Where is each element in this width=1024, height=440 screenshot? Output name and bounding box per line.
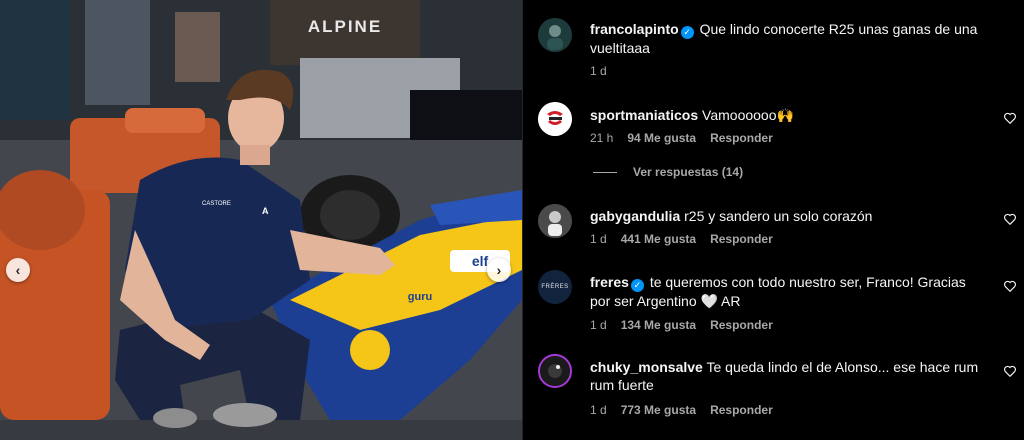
comment-meta: 1 d 773 Me gusta Responder bbox=[590, 403, 773, 417]
comment-body: r25 y sandero un solo corazón bbox=[684, 208, 873, 224]
chevron-left-icon: ‹ bbox=[15, 262, 21, 278]
comment-time[interactable]: 1 d bbox=[590, 64, 607, 78]
view-replies-button[interactable]: Ver respuestas (14) bbox=[593, 165, 743, 179]
comment-likes[interactable]: 134 Me gusta bbox=[621, 318, 696, 332]
view-replies-label: Ver respuestas (14) bbox=[633, 165, 744, 179]
comment-time[interactable]: 1 d bbox=[590, 318, 607, 332]
comment-text: gabygandulia r25 y sandero un solo coraz… bbox=[590, 207, 986, 225]
comment-body: te queremos con todo nuestro ser, Franco… bbox=[590, 274, 966, 309]
comment-meta: 21 h 94 Me gusta Responder bbox=[590, 131, 773, 145]
instagram-post-view: ALPINE elf guru CASTORE A ‹ › francolapi… bbox=[0, 0, 1024, 440]
alpine-shirt-logo: A bbox=[262, 206, 269, 216]
comment-username[interactable]: sportmaniaticos bbox=[590, 107, 698, 123]
comment-time[interactable]: 1 d bbox=[590, 403, 607, 417]
comment-body: Vamoooooo🙌 bbox=[702, 107, 794, 123]
carousel-prev-button[interactable]: ‹ bbox=[6, 258, 30, 282]
carousel-next-button[interactable]: › bbox=[487, 258, 511, 282]
comment-username[interactable]: francolapinto bbox=[590, 21, 679, 37]
elf-logo: elf bbox=[472, 253, 489, 269]
heart-icon[interactable] bbox=[1003, 364, 1017, 378]
comment-time[interactable]: 21 h bbox=[590, 131, 613, 145]
post-media[interactable]: ALPINE elf guru CASTORE A ‹ › bbox=[0, 0, 522, 440]
alpine-sign: ALPINE bbox=[308, 17, 382, 36]
heart-icon[interactable] bbox=[1003, 111, 1017, 125]
comment-likes[interactable]: 94 Me gusta bbox=[627, 131, 696, 145]
comment-username[interactable]: chuky_monsalve bbox=[590, 359, 703, 375]
comment-text: francolapinto ✓ Que lindo conocerte R25 u… bbox=[590, 20, 986, 57]
comment-meta: 1 d 134 Me gusta Responder bbox=[590, 318, 773, 332]
reply-button[interactable]: Responder bbox=[710, 403, 773, 417]
comment-text: freres ✓ te queremos con todo nuestro ser… bbox=[590, 273, 986, 310]
heart-icon[interactable] bbox=[1003, 279, 1017, 293]
avatar[interactable] bbox=[538, 204, 572, 238]
guru-logo: guru bbox=[408, 291, 432, 303]
comment-time[interactable]: 1 d bbox=[590, 232, 607, 246]
comment-meta: 1 d 441 Me gusta Responder bbox=[590, 232, 773, 246]
verified-badge-icon: ✓ bbox=[680, 26, 694, 39]
avatar[interactable] bbox=[538, 102, 572, 136]
divider bbox=[522, 0, 523, 440]
reply-button[interactable]: Responder bbox=[710, 232, 773, 246]
comment-username[interactable]: freres bbox=[590, 274, 629, 290]
avatar[interactable] bbox=[538, 18, 572, 52]
castore-logo: CASTORE bbox=[202, 201, 231, 207]
comment-username[interactable]: gabygandulia bbox=[590, 208, 680, 224]
reply-button[interactable]: Responder bbox=[710, 131, 773, 145]
comment-likes[interactable]: 441 Me gusta bbox=[621, 232, 696, 246]
chevron-right-icon: › bbox=[496, 262, 502, 278]
comment-likes[interactable]: 773 Me gusta bbox=[621, 403, 696, 417]
post-photo: ALPINE elf guru CASTORE A bbox=[0, 0, 522, 440]
comments-panel[interactable]: francolapinto ✓ Que lindo conocerte R25 u… bbox=[522, 0, 1024, 440]
comment-text: chuky_monsalve Te queda lindo el de Alon… bbox=[590, 358, 986, 394]
reply-button[interactable]: Responder bbox=[710, 318, 773, 332]
verified-badge-icon: ✓ bbox=[630, 279, 644, 292]
avatar[interactable]: FRÈRES bbox=[538, 270, 572, 304]
divider bbox=[593, 171, 617, 173]
comment-meta: 1 d bbox=[590, 64, 607, 78]
comment-text: sportmaniaticos Vamoooooo🙌 bbox=[590, 106, 986, 124]
avatar[interactable] bbox=[538, 354, 572, 388]
freres-avatar-text: FRÈRES bbox=[541, 284, 569, 290]
heart-icon[interactable] bbox=[1003, 212, 1017, 226]
